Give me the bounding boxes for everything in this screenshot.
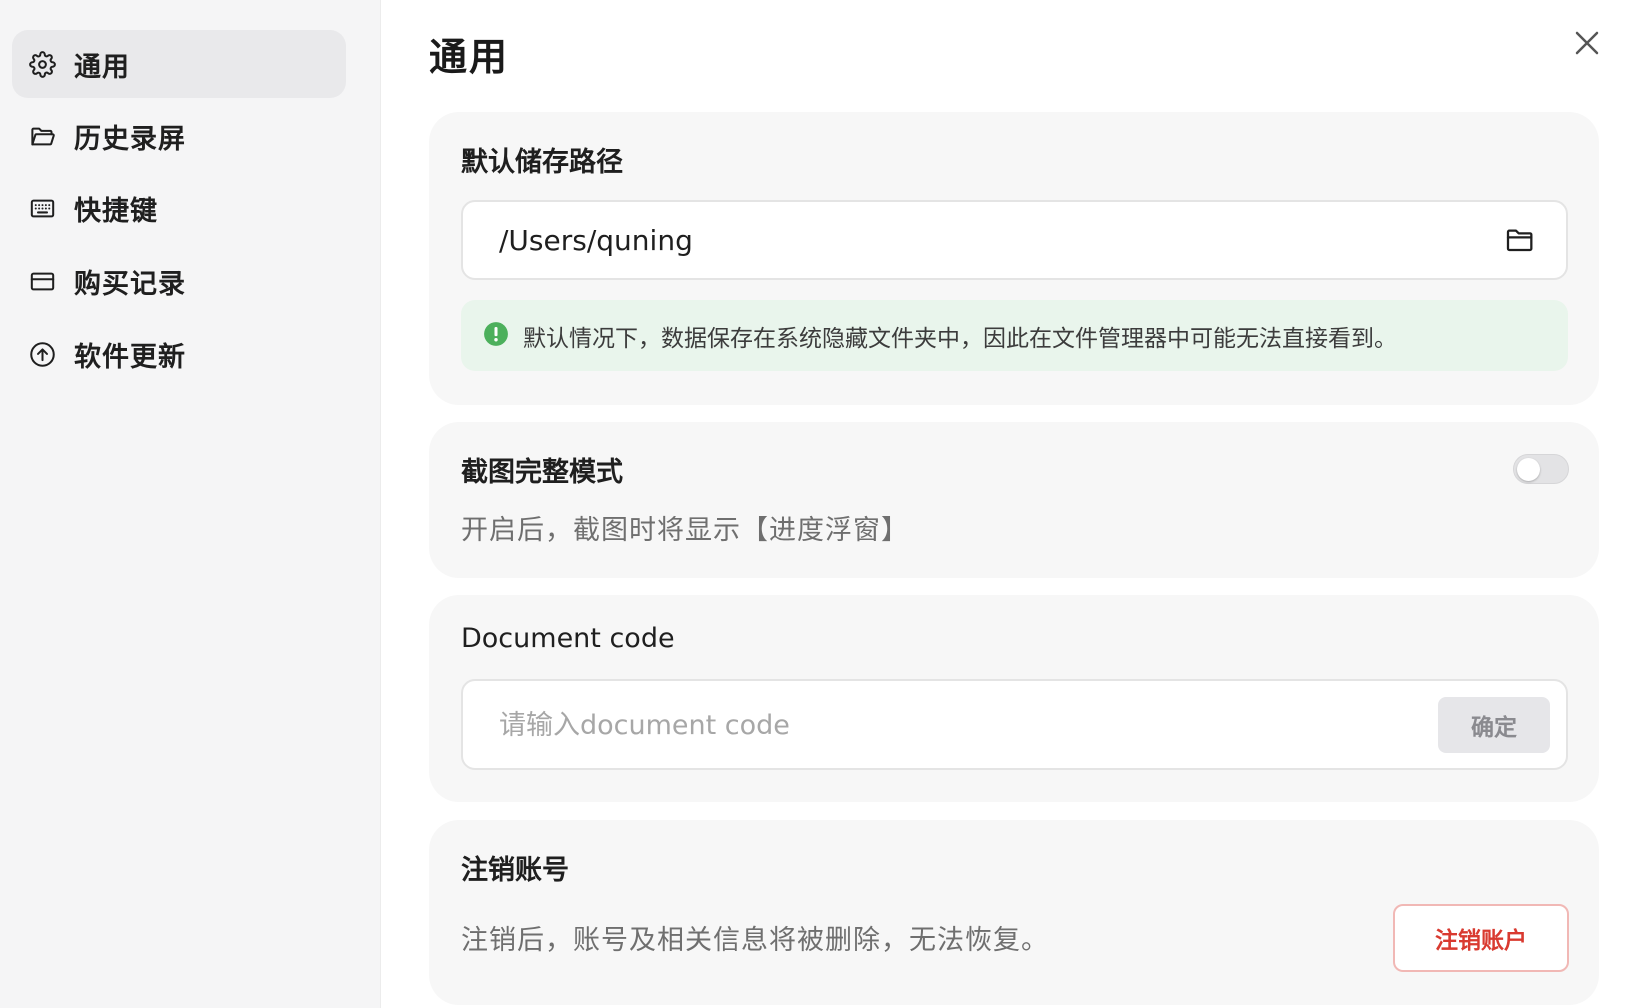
sidebar-item-purchases[interactable]: 购买记录 — [12, 247, 346, 315]
folder-icon — [1506, 229, 1533, 252]
folder-icon — [28, 122, 56, 150]
storage-path-title: 默认储存路径 — [461, 147, 623, 178]
close-button[interactable] — [1570, 28, 1604, 62]
sidebar-item-general[interactable]: 通用 — [12, 30, 346, 98]
document-code-title: Document code — [461, 623, 675, 654]
storage-info-banner: 默认情况下，数据保存在系统隐藏文件夹中，因此在文件管理器中可能无法直接看到。 — [461, 300, 1568, 371]
sidebar: 通用 历史录屏 快捷键 购买记录 软件更新 — [0, 0, 381, 1008]
screenshot-mode-description: 开启后，截图时将显示【进度浮窗】 — [461, 515, 909, 546]
card-icon — [28, 267, 56, 295]
sidebar-item-label: 购买记录 — [74, 268, 186, 300]
toggle-knob — [1517, 458, 1540, 481]
sidebar-item-label: 历史录屏 — [74, 123, 186, 155]
storage-path-field[interactable]: /Users/quning — [461, 200, 1568, 280]
screenshot-mode-title: 截图完整模式 — [461, 457, 623, 488]
sidebar-item-updates[interactable]: 软件更新 — [12, 320, 346, 388]
delete-account-title: 注销账号 — [461, 855, 569, 886]
sidebar-item-label: 通用 — [74, 51, 130, 83]
storage-info-text: 默认情况下，数据保存在系统隐藏文件夹中，因此在文件管理器中可能无法直接看到。 — [523, 325, 1397, 352]
exclamation-circle-icon — [483, 321, 509, 351]
delete-account-button[interactable]: 注销账户 — [1393, 904, 1569, 972]
delete-account-card: 注销账号 注销后，账号及相关信息将被删除，无法恢复。 注销账户 — [429, 820, 1599, 1005]
confirm-button[interactable]: 确定 — [1438, 697, 1550, 753]
gear-icon — [28, 50, 56, 78]
screenshot-mode-card: 截图完整模式 开启后，截图时将显示【进度浮窗】 — [429, 422, 1599, 578]
storage-path-card: 默认储存路径 /Users/quning 默认情况下，数据保存在系统隐藏文件夹中… — [429, 112, 1599, 405]
delete-account-description: 注销后，账号及相关信息将被删除，无法恢复。 — [461, 925, 1049, 956]
document-code-card: Document code 确定 — [429, 595, 1599, 802]
choose-folder-button[interactable] — [1504, 224, 1536, 256]
document-code-field: 确定 — [461, 679, 1568, 770]
storage-path-value: /Users/quning — [499, 223, 693, 257]
page-title: 通用 — [429, 35, 510, 79]
settings-window: 通用 历史录屏 快捷键 购买记录 软件更新 通用 默认储存路径 /Users/q… — [0, 0, 1642, 1008]
keyboard-icon — [28, 194, 56, 222]
sidebar-item-shortcuts[interactable]: 快捷键 — [12, 174, 346, 242]
sidebar-item-history[interactable]: 历史录屏 — [12, 102, 346, 170]
sidebar-item-label: 快捷键 — [74, 195, 158, 227]
upload-circle-icon — [28, 340, 56, 368]
screenshot-mode-toggle[interactable] — [1513, 454, 1569, 484]
document-code-input[interactable] — [499, 703, 1379, 747]
sidebar-item-label: 软件更新 — [74, 341, 186, 373]
close-icon — [1572, 28, 1602, 62]
